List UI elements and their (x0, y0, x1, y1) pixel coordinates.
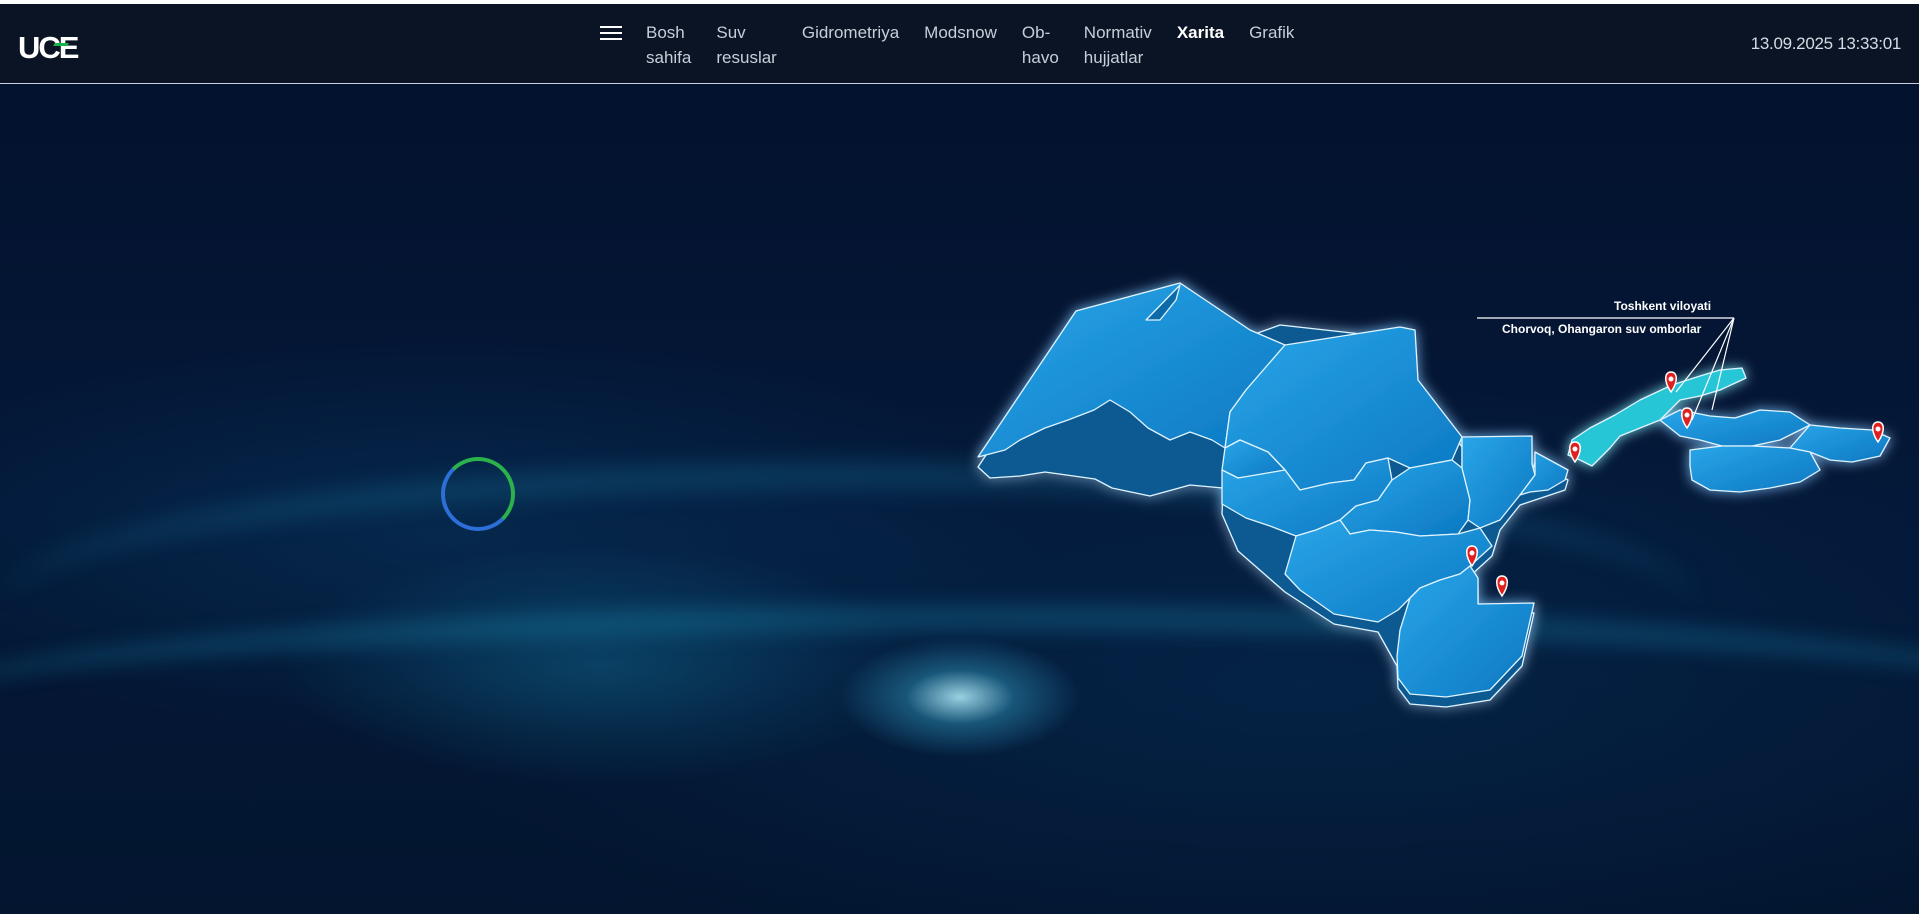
callout-region-title: Toshkent viloyati (1614, 299, 1712, 313)
page: UCE Bosh sahifa Suv resuslar Gidrometriy… (0, 0, 1919, 914)
uzbekistan-map (977, 282, 1891, 708)
callout-reservoirs-label[interactable]: Chorvoq, Ohangaron suv omborlar (1502, 322, 1701, 336)
region-jizzax (1461, 435, 1536, 529)
region-fargona (1689, 445, 1821, 493)
map-pin-icon (1496, 575, 1508, 598)
